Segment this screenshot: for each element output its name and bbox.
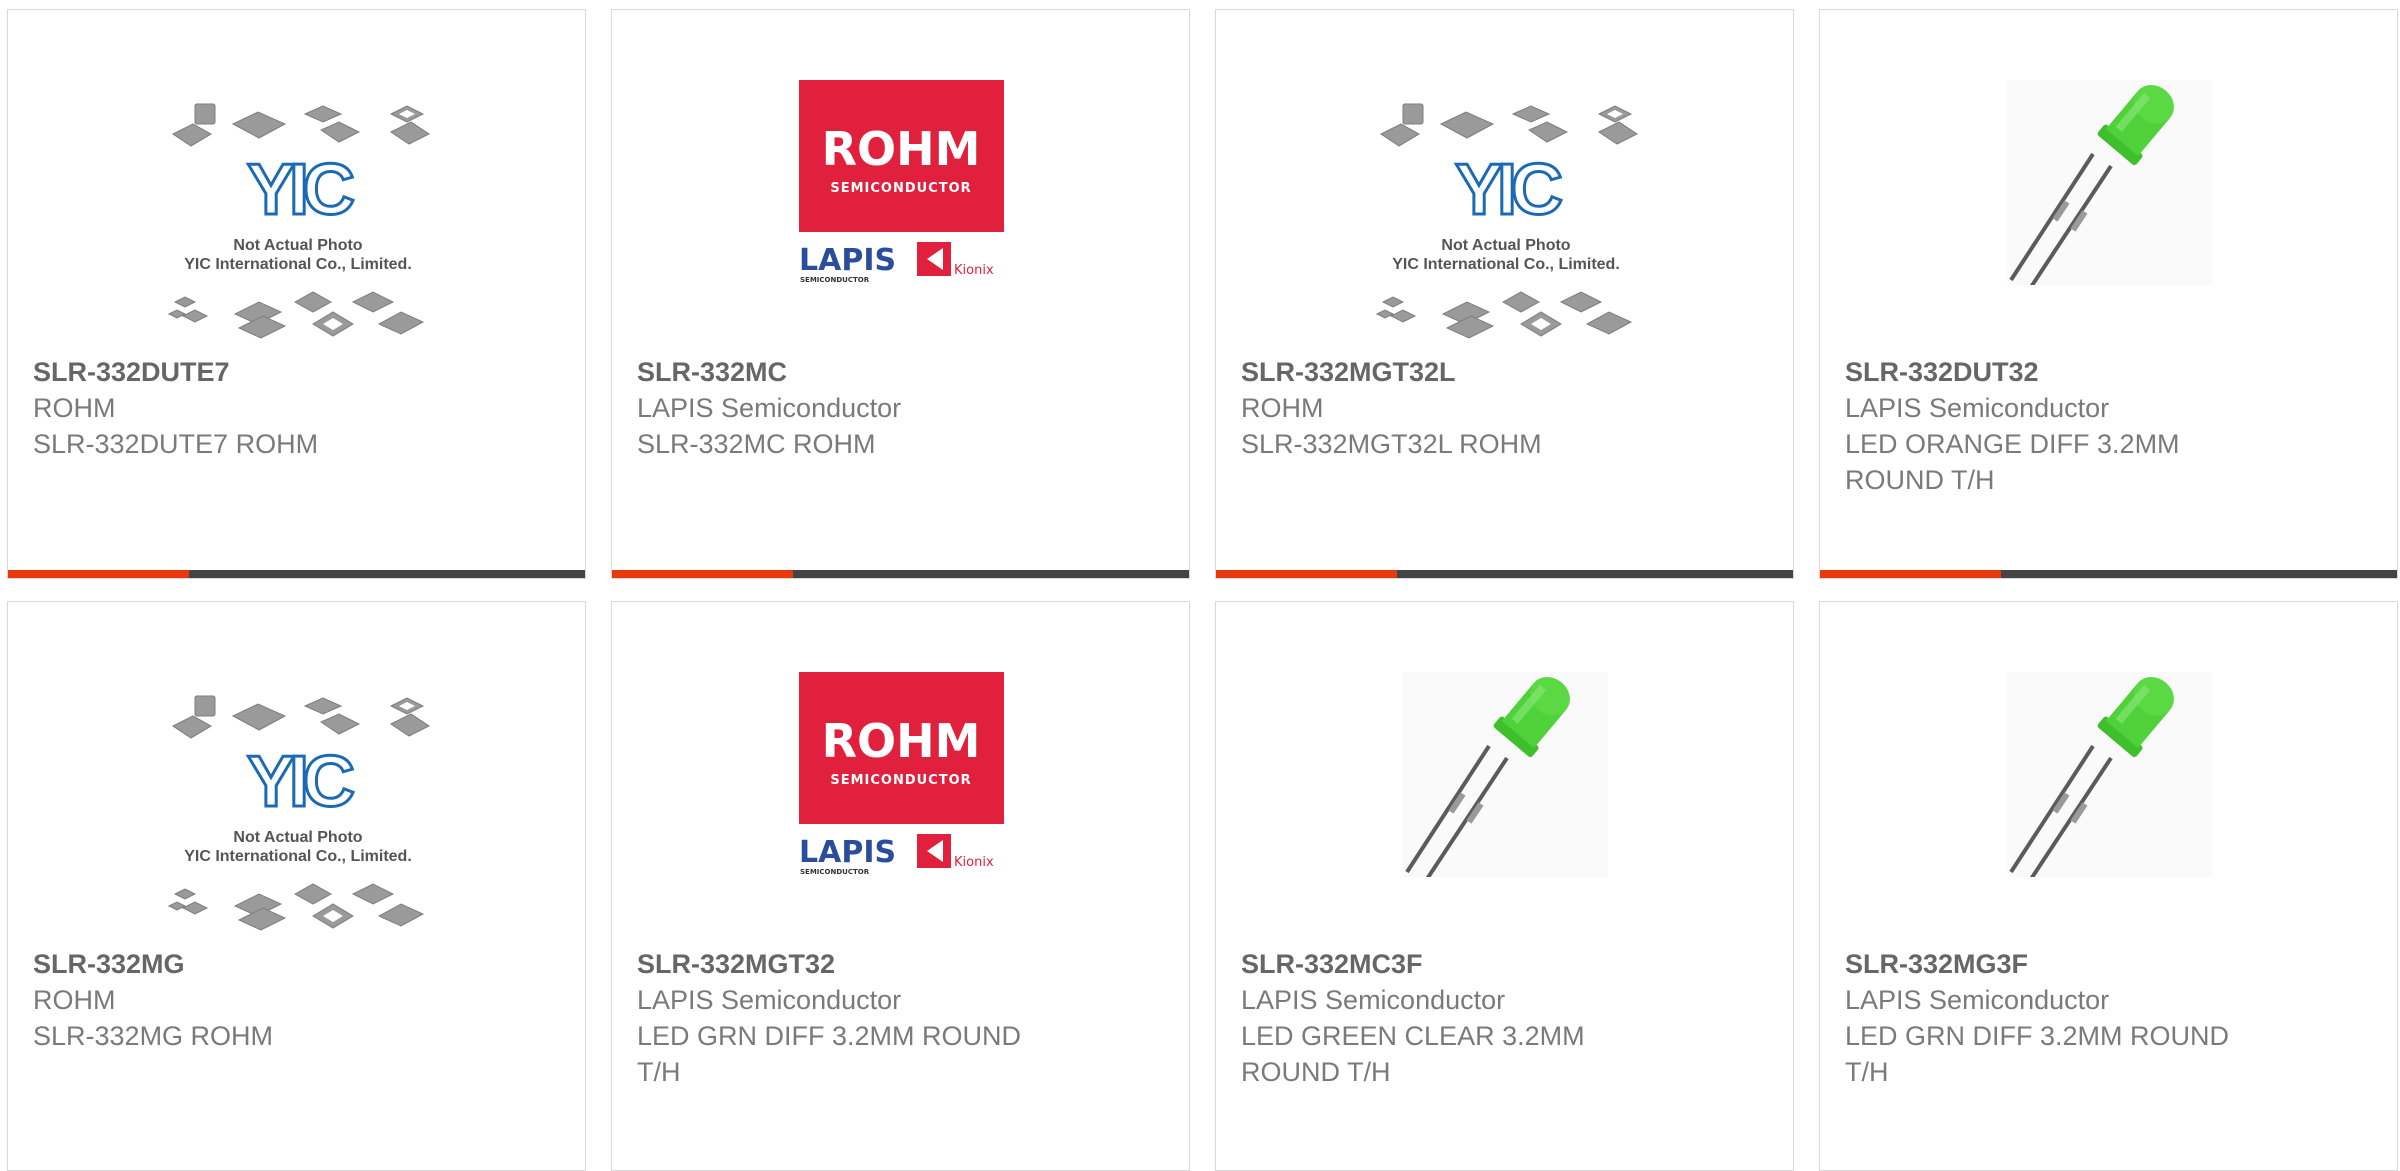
- description-line: SLR-332DUTE7 ROHM: [33, 429, 319, 459]
- product-card[interactable]: YIC Not Actual Photo YIC International C…: [7, 9, 586, 579]
- product-info: SLR-332MC3F LAPIS Semiconductor LED GREEN …: [1241, 946, 1741, 1090]
- card-accent-bar: [8, 570, 189, 578]
- product-card[interactable]: YIC Not Actual Photo YIC International C…: [7, 601, 586, 1171]
- green-led-image: [2007, 672, 2212, 877]
- product-info: SLR-332DUT32 LAPIS Semiconductor LED ORANG…: [1845, 354, 2345, 498]
- manufacturer-label: ROHM: [33, 393, 116, 423]
- product-image[interactable]: ROHM SEMICONDUCTOR LAPIS SEMICONDUCTOR K…: [612, 602, 1189, 938]
- part-number-link[interactable]: SLR-332MGT32L: [1241, 354, 1741, 390]
- description-line: T/H: [637, 1057, 681, 1087]
- part-number-link[interactable]: SLR-332MC: [637, 354, 1137, 390]
- part-number-link[interactable]: SLR-332DUTE7: [33, 354, 533, 390]
- description-line: ROUND T/H: [1241, 1057, 1391, 1087]
- description-line: SLR-332MC ROHM: [637, 429, 876, 459]
- manufacturer-label: ROHM: [1241, 393, 1324, 423]
- card-accent-bar: [1820, 570, 2001, 578]
- company-text: YIC International Co., Limited.: [184, 256, 412, 273]
- green-led-image: [1403, 672, 1608, 877]
- lapis-sub-text: SEMICONDUCTOR: [800, 868, 870, 876]
- product-card[interactable]: YIC Not Actual Photo YIC International C…: [1215, 9, 1794, 579]
- description-line: SLR-332MGT32L ROHM: [1241, 429, 1542, 459]
- product-card[interactable]: ROHM SEMICONDUCTOR LAPIS SEMICONDUCTOR K…: [611, 601, 1190, 1171]
- product-card[interactable]: SLR-332MC3F LAPIS Semiconductor LED GREEN …: [1215, 601, 1794, 1171]
- product-card[interactable]: SLR-332DUT32 LAPIS Semiconductor LED ORANG…: [1819, 9, 2398, 579]
- yic-logo-text: YIC: [247, 742, 354, 822]
- card-accent-bar: [612, 570, 793, 578]
- company-text: YIC International Co., Limited.: [1392, 256, 1620, 273]
- not-actual-photo-text: Not Actual Photo: [1441, 237, 1570, 254]
- product-image[interactable]: [1216, 602, 1793, 938]
- manufacturer-label: LAPIS Semiconductor: [1241, 985, 1506, 1015]
- rohm-logo-text: ROHM: [822, 714, 981, 768]
- product-image[interactable]: YIC Not Actual Photo YIC International C…: [8, 10, 585, 346]
- rohm-lapis-logo-image: ROHM SEMICONDUCTOR LAPIS SEMICONDUCTOR K…: [799, 80, 1004, 284]
- not-actual-photo-text: Not Actual Photo: [233, 237, 362, 254]
- manufacturer-label: ROHM: [33, 985, 116, 1015]
- rohm-sub-text: SEMICONDUCTOR: [830, 181, 971, 196]
- rohm-lapis-logo-image: ROHM SEMICONDUCTOR LAPIS SEMICONDUCTOR K…: [799, 672, 1004, 876]
- description-line: ROUND T/H: [1845, 465, 1995, 495]
- rohm-logo-text: ROHM: [822, 122, 981, 176]
- lapis-logo-text: LAPIS: [799, 243, 896, 278]
- card-hover-bar: [612, 570, 1189, 578]
- part-number-link[interactable]: SLR-332MC3F: [1241, 946, 1741, 982]
- product-image[interactable]: ROHM SEMICONDUCTOR LAPIS SEMICONDUCTOR K…: [612, 10, 1189, 346]
- manufacturer-label: LAPIS Semiconductor: [1845, 393, 2110, 423]
- product-info: SLR-332MC LAPIS Semiconductor SLR-332MC RO…: [637, 354, 1137, 462]
- lapis-logo-text: LAPIS: [799, 835, 896, 870]
- description-line: LED GRN DIFF 3.2MM ROUND: [1845, 1021, 2230, 1051]
- product-image[interactable]: YIC Not Actual Photo YIC International C…: [1216, 10, 1793, 346]
- description-line: LED GREEN CLEAR 3.2MM: [1241, 1021, 1585, 1051]
- card-hover-bar: [1820, 570, 2397, 578]
- card-hover-bar: [8, 570, 585, 578]
- not-actual-photo-image: YIC Not Actual Photo YIC International C…: [1375, 103, 1638, 339]
- not-actual-photo-image: YIC Not Actual Photo YIC International C…: [167, 695, 430, 931]
- product-image[interactable]: [1820, 10, 2397, 346]
- yic-logo-text: YIC: [247, 150, 354, 230]
- description-line: T/H: [1845, 1057, 1889, 1087]
- not-actual-photo-text: Not Actual Photo: [233, 829, 362, 846]
- description-line: LED GRN DIFF 3.2MM ROUND: [637, 1021, 1022, 1051]
- product-info: SLR-332DUTE7 ROHM SLR-332DUTE7 ROHM: [33, 354, 533, 462]
- product-info: SLR-332MG3F LAPIS Semiconductor LED GRN DI…: [1845, 946, 2345, 1090]
- description-line: LED ORANGE DIFF 3.2MM: [1845, 429, 2180, 459]
- not-actual-photo-image: YIC Not Actual Photo YIC International C…: [167, 103, 430, 339]
- yic-logo-text: YIC: [1455, 150, 1562, 230]
- product-image[interactable]: [1820, 602, 2397, 938]
- product-card[interactable]: SLR-332MG3F LAPIS Semiconductor LED GRN DI…: [1819, 601, 2398, 1171]
- company-text: YIC International Co., Limited.: [184, 848, 412, 865]
- manufacturer-label: LAPIS Semiconductor: [637, 393, 902, 423]
- lapis-sub-text: SEMICONDUCTOR: [800, 276, 870, 284]
- manufacturer-label: LAPIS Semiconductor: [1845, 985, 2110, 1015]
- part-number-link[interactable]: SLR-332MG3F: [1845, 946, 2345, 982]
- kionix-logo-text: Kionix: [954, 855, 994, 870]
- card-hover-bar: [1216, 570, 1793, 578]
- green-led-image: [2007, 80, 2212, 285]
- product-card[interactable]: ROHM SEMICONDUCTOR LAPIS SEMICONDUCTOR K…: [611, 9, 1190, 579]
- manufacturer-label: LAPIS Semiconductor: [637, 985, 902, 1015]
- part-number-link[interactable]: SLR-332MGT32: [637, 946, 1137, 982]
- card-accent-bar: [1216, 570, 1397, 578]
- product-image[interactable]: YIC Not Actual Photo YIC International C…: [8, 602, 585, 938]
- kionix-logo-text: Kionix: [954, 263, 994, 278]
- product-info: SLR-332MGT32 LAPIS Semiconductor LED GRN D…: [637, 946, 1137, 1090]
- product-info: SLR-332MG ROHM SLR-332MG ROHM: [33, 946, 533, 1054]
- rohm-sub-text: SEMICONDUCTOR: [830, 773, 971, 788]
- product-info: SLR-332MGT32L ROHM SLR-332MGT32L ROHM: [1241, 354, 1741, 462]
- part-number-link[interactable]: SLR-332MG: [33, 946, 533, 982]
- description-line: SLR-332MG ROHM: [33, 1021, 274, 1051]
- part-number-link[interactable]: SLR-332DUT32: [1845, 354, 2345, 390]
- product-grid: YIC Not Actual Photo YIC International C…: [7, 9, 2398, 1171]
